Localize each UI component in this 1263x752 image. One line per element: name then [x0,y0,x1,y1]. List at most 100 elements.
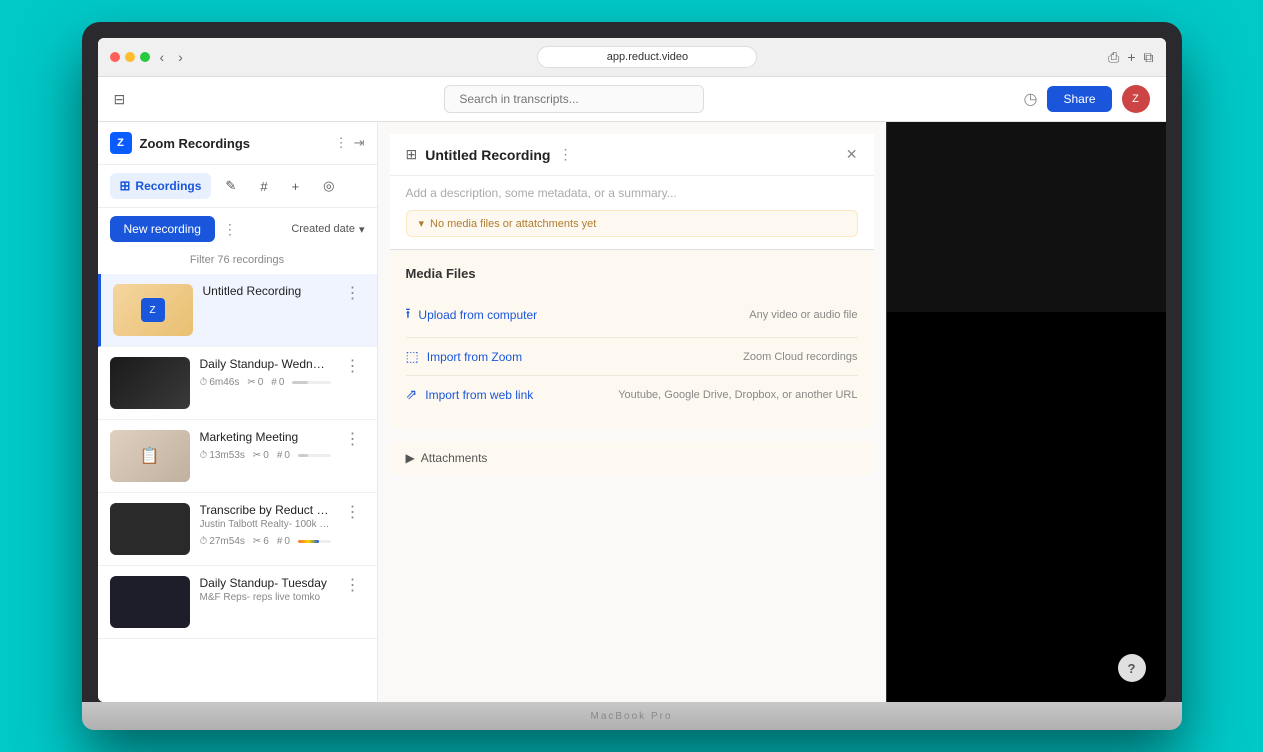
upload-from-computer-desc: Any video or audio file [749,309,857,321]
share-button[interactable]: Share [1047,86,1111,112]
main-content: ⊞ Untitled Recording ⋮ ✕ Add a descripti… [378,122,886,702]
new-recording-more-icon[interactable]: ⋮ [223,221,237,238]
scissors-icon: ✂ [253,450,261,461]
tab-edit[interactable]: ✎ [215,173,246,199]
maximize-dot[interactable] [140,52,150,62]
recordings-icon: ⊞ [120,178,131,194]
recording-more-button[interactable]: ⋮ [341,576,365,596]
recording-meta: ⏱ 27m54s ✂ 6 # 0 [200,536,331,547]
global-header-right: ◷ Share Z [1024,85,1150,113]
tags-value: 0 [284,450,290,461]
recording-more-button[interactable]: ⋮ [341,284,365,304]
laptop-base: MacBook Pro [82,702,1182,730]
sidebar-tabs: ⊞ Recordings ✎ # + ◎ [98,165,377,208]
history-icon[interactable]: ◷ [1024,89,1038,109]
import-from-web-option[interactable]: ⇗ Import from web link Youtube, Google D… [406,376,858,413]
tabs-icon[interactable]: ⧉ [1144,49,1154,66]
tab-recordings[interactable]: ⊞ Recordings [110,173,212,199]
sidebar-title-row: Z Zoom Recordings [110,132,251,154]
import-from-web-desc: Youtube, Google Drive, Dropbox, or anoth… [618,389,857,401]
tags-meta: # 0 [271,377,284,388]
progress-bar-fill [298,454,308,457]
tags-value: 0 [284,536,290,547]
list-item[interactable]: Daily Standup- Tuesday M&F Reps- reps li… [98,566,377,639]
tags-meta: # 0 [277,450,290,461]
back-button[interactable]: ‹ [156,47,169,67]
recording-title: Transcribe by Reduct De... [200,503,331,517]
tab-tags[interactable]: # [250,174,277,199]
list-item[interactable]: Daily Standup- Wednesd... ⏱ 6m46s ✂ 0 [98,347,377,420]
help-button[interactable]: ? [1118,654,1146,682]
avatar: Z [1122,85,1150,113]
search-input[interactable] [444,85,704,113]
panel-more-icon[interactable]: ⋮ [558,146,572,163]
recording-more-button[interactable]: ⋮ [341,503,365,523]
clips-value: 6 [263,536,269,547]
recording-title: Untitled Recording [203,284,331,298]
clips-meta: ✂ 0 [247,377,263,388]
recording-subtitle: Justin Talbott Realty- 100k club with Ro… [200,519,331,530]
panel-title[interactable]: Untitled Recording [425,147,550,163]
filter-bar: Filter 76 recordings [98,250,377,274]
sort-dropdown[interactable]: Created date ▾ [291,223,364,236]
import-from-zoom-option[interactable]: ⬚ Import from Zoom Zoom Cloud recordings [406,338,858,376]
forward-button[interactable]: › [174,47,187,67]
clips-meta: ✂ 0 [253,450,269,461]
panel-card-header: ⊞ Untitled Recording ⋮ ✕ [390,134,874,176]
attachments-toggle[interactable]: ▶ Attachments [406,451,858,465]
progress-bar [298,454,331,457]
more-button[interactable]: ⋮ [335,135,348,151]
chevron-right-icon: ▶ [406,451,415,465]
duration-meta: ⏱ 13m53s [200,450,245,461]
chat-icon: ◎ [323,178,334,194]
duration-value: 27m54s [209,536,245,547]
duration-value: 13m53s [209,450,245,461]
sidebar-header-icons: ⋮ ⇥ [335,135,365,151]
upload-from-computer-option[interactable]: ⭱ Upload from computer Any video or audi… [406,293,858,338]
sidebar-toggle-left[interactable]: ⊟ [114,91,126,108]
sort-label: Created date [291,223,355,235]
recording-more-button[interactable]: ⋮ [341,357,365,377]
url-input[interactable]: app.reduct.video [537,46,757,68]
media-files-section: Media Files ⭱ Upload from computer Any v… [390,250,874,429]
recording-more-button[interactable]: ⋮ [341,430,365,450]
browser-controls: ‹ › [110,47,187,67]
recording-thumbnail: Z [113,284,193,336]
close-panel-button[interactable]: ✕ [846,146,858,163]
filter-label: Filter 76 recordings [190,254,284,266]
list-item[interactable]: Transcribe by Reduct De... Justin Talbot… [98,493,377,566]
minimize-dot[interactable] [125,52,135,62]
zoom-app-icon: Z [110,132,132,154]
panel-description[interactable]: Add a description, some metadata, or a s… [390,176,874,210]
list-item[interactable]: 📋 Marketing Meeting ⏱ 13m53s [98,420,377,493]
warning-icon: ▾ [419,217,425,230]
link-import-icon: ⇗ [406,386,418,403]
new-tab-icon[interactable]: + [1127,49,1135,65]
new-recording-button[interactable]: New recording [110,216,215,242]
global-header: ⊟ ◷ Share Z [98,77,1166,122]
panel-card: ⊞ Untitled Recording ⋮ ✕ Add a descripti… [390,134,874,250]
attachments-section: ▶ Attachments [390,441,874,475]
tab-chat[interactable]: ◎ [313,173,344,199]
clock-icon: ⏱ [200,377,208,388]
no-media-label: No media files or attatchments yet [430,218,596,230]
recording-list: Z Untitled Recording ⋮ [98,274,377,702]
recording-thumbnail [110,357,190,409]
tab-recordings-label: Recordings [135,179,201,193]
progress-bar [298,540,331,543]
tab-add[interactable]: + [282,174,310,199]
tag-icon: # [260,179,267,194]
list-item[interactable]: Z Untitled Recording ⋮ [98,274,377,347]
laptop-model-label: MacBook Pro [590,711,672,722]
collapse-icon[interactable]: ⇥ [354,135,365,151]
share-icon[interactable]: ⎙ [1108,49,1119,66]
address-bar: app.reduct.video [195,46,1100,68]
sidebar-app-title: Zoom Recordings [140,136,251,151]
progress-bar [292,381,330,384]
close-dot[interactable] [110,52,120,62]
tags-value: 0 [279,377,285,388]
import-from-web-left: ⇗ Import from web link [406,386,534,403]
recording-info: Transcribe by Reduct De... Justin Talbot… [200,503,331,547]
panel-card-title-row: ⊞ Untitled Recording ⋮ [406,146,573,163]
sidebar: Z Zoom Recordings ⋮ ⇥ ⊞ Recordings [98,122,378,702]
